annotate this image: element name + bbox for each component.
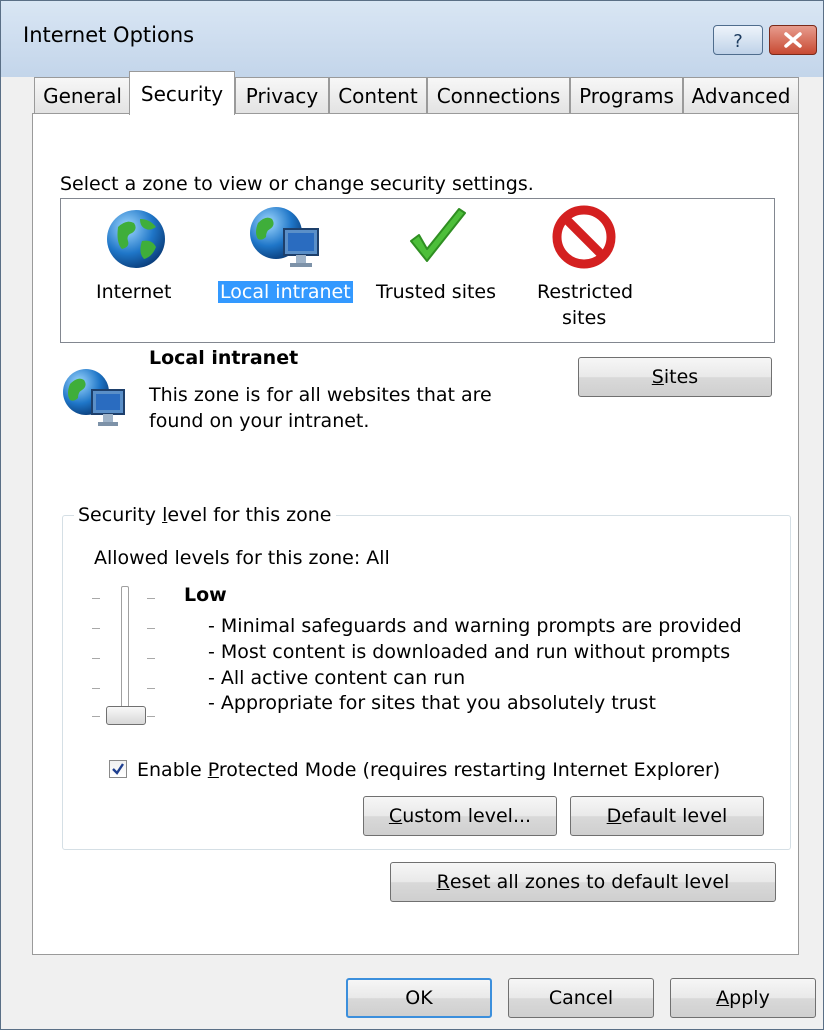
protected-mode-label-post: rotected Mode (requires restarting Inter… [218, 759, 721, 781]
group-title-pre: Security [78, 504, 163, 526]
slider-tick [92, 716, 100, 717]
slider-tick [147, 658, 155, 659]
sites-button-label-post: ites [663, 366, 699, 388]
slider-tick [92, 658, 100, 659]
apply-label-post: pply [729, 987, 770, 1009]
zone-prompt: Select a zone to view or change security… [60, 173, 534, 195]
allowed-levels-label: Allowed levels for this zone: All [94, 547, 390, 569]
default-level-button[interactable]: Default level [570, 796, 764, 836]
cancel-button[interactable]: Cancel [508, 978, 654, 1018]
sites-button-label-accel: S [651, 366, 664, 388]
selected-zone-description-line1: This zone is for all websites that are [149, 384, 492, 406]
apply-button[interactable]: Apply [670, 978, 816, 1018]
protected-mode-label-pre: Enable [137, 759, 208, 781]
apply-label-accel: A [716, 987, 730, 1009]
slider-tick [147, 628, 155, 629]
custom-level-button[interactable]: Custom level... [363, 796, 557, 836]
slider-tick [92, 598, 100, 599]
intranet-icon [250, 207, 319, 267]
slider-track [121, 586, 129, 722]
slider-thumb[interactable] [106, 706, 146, 725]
custom-level-label-accel: C [388, 805, 403, 827]
slider-tick [147, 598, 155, 599]
selected-zone-name: Local intranet [149, 347, 299, 369]
security-level-bullet: - Appropriate for sites that you absolut… [208, 692, 656, 714]
selected-zone-description-line2: found on your intranet. [149, 410, 370, 432]
security-level-bullet: - Most content is downloaded and run wit… [208, 641, 731, 663]
custom-level-label-post: ustom level... [402, 805, 532, 827]
security-level-bullet: - All active content can run [208, 667, 466, 689]
security-level-name: Low [184, 584, 227, 606]
zone-label-local-intranet: Local intranet [218, 281, 353, 303]
security-level-group-title: Security level for this zone [74, 504, 336, 526]
reset-all-zones-button[interactable]: Reset all zones to default level [390, 862, 776, 902]
reset-label-accel: R [436, 871, 450, 893]
slider-tick [147, 716, 155, 717]
default-level-label-accel: D [606, 805, 622, 827]
protected-mode-checkbox[interactable] [109, 760, 127, 778]
slider-tick [92, 688, 100, 689]
checkmark-icon [410, 208, 466, 262]
slider-tick [147, 688, 155, 689]
ok-button[interactable]: OK [346, 978, 492, 1018]
default-level-label-post: efault level [621, 805, 728, 827]
selected-zone-intranet-icon [63, 369, 125, 426]
zone-label-internet: Internet [96, 281, 172, 303]
zone-label-trusted-sites: Trusted sites [376, 281, 497, 303]
protected-mode-label-accel: P [207, 759, 219, 781]
slider-tick [92, 628, 100, 629]
zone-label-restricted-line2: sites [562, 307, 607, 329]
group-title-post: evel for this zone [167, 504, 332, 526]
checkmark-icon [112, 763, 124, 775]
security-level-bullet: - Minimal safeguards and warning prompts… [208, 615, 742, 637]
zone-label-restricted-line1: Restricted [537, 281, 634, 303]
globe-icon [107, 210, 165, 268]
reset-label-post: eset all zones to default level [449, 871, 730, 893]
sites-button[interactable]: Sites [578, 357, 772, 397]
restricted-icon [552, 205, 616, 269]
protected-mode-label[interactable]: Enable Protected Mode (requires restarti… [137, 759, 720, 781]
